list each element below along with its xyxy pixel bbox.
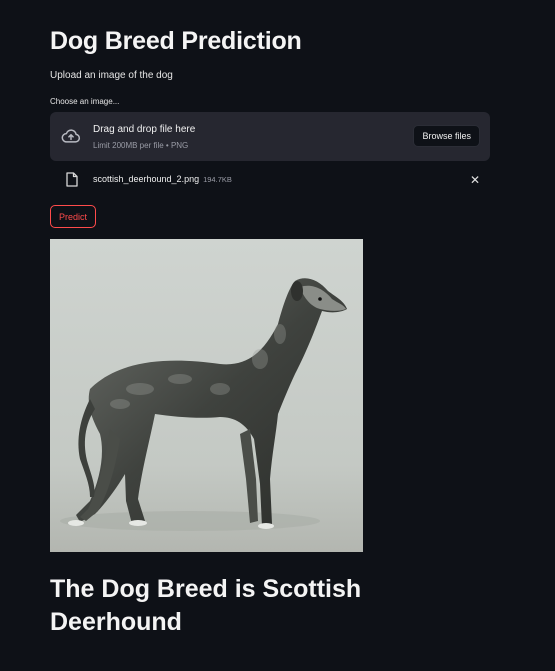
file-icon (66, 172, 78, 187)
file-dropzone[interactable]: Drag and drop file here Limit 200MB per … (50, 112, 490, 161)
dropzone-instructions: Drag and drop file here (93, 124, 196, 135)
close-icon: ✕ (469, 173, 481, 187)
prediction-result: The Dog Breed is Scottish Deerhound (50, 575, 362, 636)
uploaded-file-name: scottish_deerhound_2.png 194.7KB (93, 174, 232, 184)
uploaded-file-item: scottish_deerhound_2.png 194.7KB ✕ (50, 168, 490, 192)
dropzone-limit: Limit 200MB per file • PNG (93, 141, 189, 150)
cloud-upload-icon (61, 129, 81, 143)
page-title: Dog Breed Prediction (50, 27, 302, 55)
browse-files-button[interactable]: Browse files (413, 125, 480, 147)
page-subtitle: Upload an image of the dog (50, 70, 173, 81)
file-size: 194.7KB (203, 175, 232, 184)
dog-photo (50, 239, 363, 552)
file-name-text: scottish_deerhound_2.png (93, 174, 200, 184)
uploaded-dog-image (50, 239, 363, 552)
predict-button[interactable]: Predict (50, 205, 97, 228)
remove-file-button[interactable]: ✕ (468, 173, 482, 187)
file-uploader-label: Choose an image... (50, 97, 120, 106)
